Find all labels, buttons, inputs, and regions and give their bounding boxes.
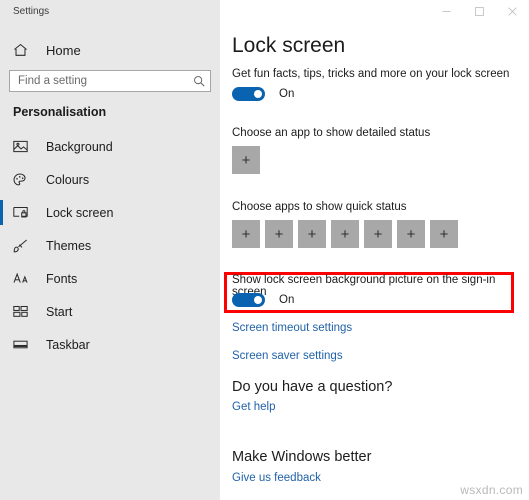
quick-status-add-tile[interactable]: + xyxy=(265,220,293,248)
toggle-knob xyxy=(254,90,262,98)
fonts-aa-icon xyxy=(13,271,33,287)
sidebar-item-fonts[interactable]: Fonts xyxy=(0,262,220,295)
sidebar-item-background[interactable]: Background xyxy=(0,130,220,163)
give-us-feedback-link[interactable]: Give us feedback xyxy=(232,472,321,484)
close-button[interactable] xyxy=(496,0,529,22)
quick-status-label: Choose apps to show quick status xyxy=(232,201,407,213)
sidebar-item-themes-label: Themes xyxy=(46,238,92,253)
sidebar-item-themes[interactable]: Themes xyxy=(0,229,220,262)
fun-facts-label: Get fun facts, tips, tricks and more on … xyxy=(232,68,510,80)
home-icon xyxy=(13,42,33,58)
search-icon[interactable] xyxy=(188,75,210,87)
plus-icon: + xyxy=(373,225,383,243)
search-input[interactable] xyxy=(10,71,188,91)
fun-facts-toggle[interactable] xyxy=(232,87,265,101)
sidebar-item-colours-label: Colours xyxy=(46,172,90,187)
palette-icon xyxy=(13,172,33,188)
quick-status-tile-row: + + + + + + + xyxy=(232,220,458,248)
start-grid-icon xyxy=(13,304,33,320)
sidebar-item-taskbar-label: Taskbar xyxy=(46,337,90,352)
quick-status-add-tile[interactable]: + xyxy=(331,220,359,248)
sidebar-item-start[interactable]: Start xyxy=(0,295,220,328)
screen-saver-settings-link[interactable]: Screen saver settings xyxy=(232,350,343,362)
plus-icon: + xyxy=(241,225,251,243)
detailed-status-add-tile[interactable]: + xyxy=(232,146,260,174)
signin-background-toggle-state: On xyxy=(279,294,295,306)
plus-icon: + xyxy=(340,225,350,243)
sidebar-item-lock-screen[interactable]: Lock screen xyxy=(0,196,220,229)
plus-icon: + xyxy=(406,225,416,243)
fun-facts-toggle-state: On xyxy=(279,88,295,100)
sidebar-item-taskbar[interactable]: Taskbar xyxy=(0,328,220,361)
plus-icon: + xyxy=(439,225,449,243)
quick-status-add-tile[interactable]: + xyxy=(397,220,425,248)
plus-icon: + xyxy=(274,225,284,243)
quick-status-add-tile[interactable]: + xyxy=(430,220,458,248)
sidebar-item-lock-screen-label: Lock screen xyxy=(46,205,114,220)
make-windows-better-heading: Make Windows better xyxy=(232,449,372,465)
toggle-knob xyxy=(254,296,262,304)
screen-timeout-settings-link[interactable]: Screen timeout settings xyxy=(232,322,352,334)
plus-icon: + xyxy=(241,151,251,169)
fun-facts-toggle-row[interactable]: On xyxy=(232,87,294,101)
lock-screen-icon xyxy=(13,205,33,221)
watermark: wsxdn.com xyxy=(460,483,523,497)
sidebar-item-home-label: Home xyxy=(46,42,81,58)
quick-status-add-tile[interactable]: + xyxy=(298,220,326,248)
signin-background-toggle-row[interactable]: On xyxy=(232,293,294,307)
sidebar-nav-list: Background Colours Lock screen Themes Fo… xyxy=(0,130,220,361)
quick-status-add-tile[interactable]: + xyxy=(232,220,260,248)
maximize-button[interactable] xyxy=(463,0,496,22)
sidebar-item-fonts-label: Fonts xyxy=(46,271,78,286)
get-help-link[interactable]: Get help xyxy=(232,401,275,413)
taskbar-icon xyxy=(13,337,33,353)
signin-background-toggle[interactable] xyxy=(232,293,265,307)
sidebar-item-colours[interactable]: Colours xyxy=(0,163,220,196)
image-icon xyxy=(13,139,33,155)
sidebar-section-label: Personalisation xyxy=(13,105,107,119)
sidebar: Settings Home Personalisation xyxy=(0,0,220,500)
themes-brush-icon xyxy=(13,238,33,254)
sidebar-item-start-label: Start xyxy=(46,304,73,319)
settings-window: Settings Home Personalisation xyxy=(0,0,529,500)
quick-status-add-tile[interactable]: + xyxy=(364,220,392,248)
sidebar-item-background-label: Background xyxy=(46,139,113,154)
window-controls xyxy=(430,0,529,24)
plus-icon: + xyxy=(307,225,317,243)
detailed-status-label: Choose an app to show detailed status xyxy=(232,127,431,139)
main-content: Lock screen Get fun facts, tips, tricks … xyxy=(220,0,529,500)
search-box[interactable] xyxy=(9,70,211,92)
app-title: Settings xyxy=(13,6,50,17)
question-heading: Do you have a question? xyxy=(232,379,393,395)
sidebar-item-home[interactable]: Home xyxy=(0,37,220,63)
minimize-button[interactable] xyxy=(430,0,463,22)
page-title: Lock screen xyxy=(232,34,346,57)
